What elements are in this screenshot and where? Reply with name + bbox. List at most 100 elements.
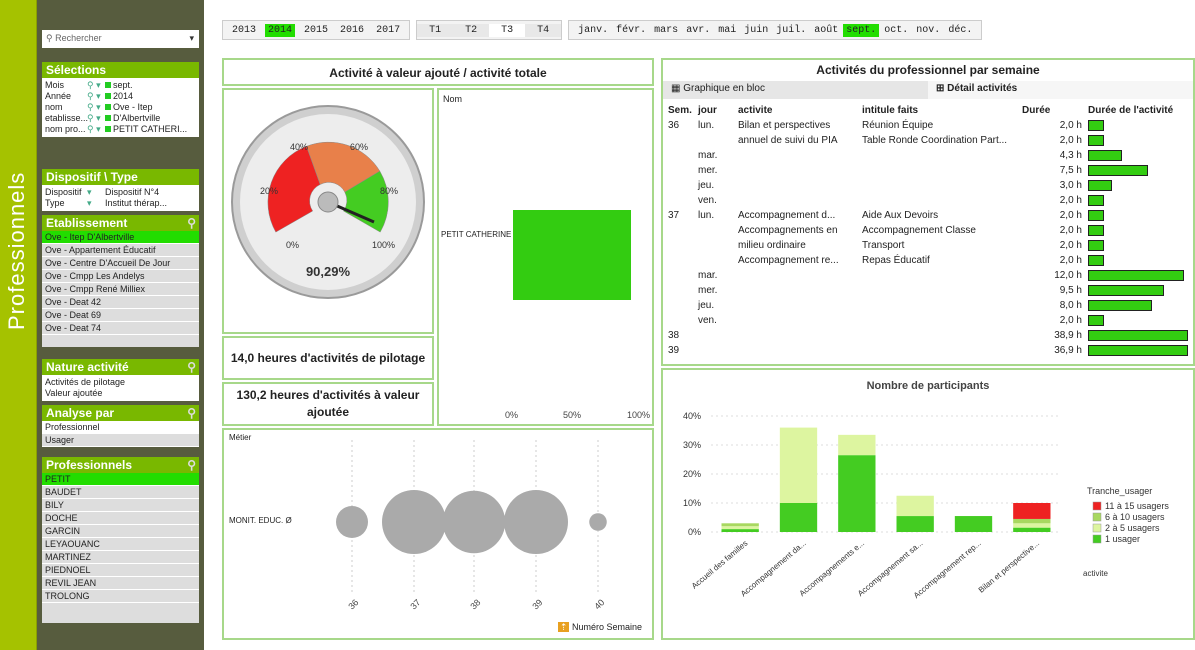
etablissement-item[interactable]: Ove - Appartement Éducatif <box>42 244 199 257</box>
etablissement-item[interactable]: Ove - Cmpp René Milliex <box>42 283 199 296</box>
etablissement-item[interactable]: Ove - Itep D'Albertville <box>42 231 199 244</box>
etablissement-item[interactable]: Ove - Deat 74 <box>42 322 199 335</box>
table-row[interactable]: ven. 2,0 h <box>665 313 1191 328</box>
month-option[interactable]: févr. <box>613 24 649 37</box>
year-option[interactable]: 2017 <box>373 24 403 37</box>
hbar-bar[interactable] <box>513 210 631 300</box>
table-row[interactable]: jeu. 8,0 h <box>665 298 1191 313</box>
analyse-item[interactable]: Professionnel <box>42 421 199 434</box>
dropdown-icon[interactable]: ▾ <box>87 187 103 198</box>
table-row[interactable]: ven. 2,0 h <box>665 193 1191 208</box>
month-option[interactable]: nov. <box>913 24 943 37</box>
duree-bar[interactable] <box>1088 120 1104 131</box>
month-option[interactable]: juil. <box>773 24 809 37</box>
column-header[interactable]: Sem. <box>665 103 695 118</box>
column-header[interactable]: activite <box>735 103 859 118</box>
table-row[interactable]: jeu. 3,0 h <box>665 178 1191 193</box>
magnifier-icon[interactable]: ⚲ ▾ <box>87 113 103 124</box>
etablissement-item[interactable]: Ove - Cmpp Les Andelys <box>42 270 199 283</box>
month-option[interactable]: avr. <box>683 24 713 37</box>
quarter-option[interactable]: T1 <box>417 23 454 37</box>
tab-graphique-bloc[interactable]: ▦ Graphique en bloc <box>663 81 928 99</box>
bar-segment[interactable] <box>721 526 759 530</box>
quarter-option[interactable]: T3 <box>489 23 526 37</box>
column-header[interactable]: Durée <box>1019 103 1085 118</box>
table-row[interactable]: mar. 12,0 h <box>665 268 1191 283</box>
duree-bar[interactable] <box>1088 270 1184 281</box>
duree-bar[interactable] <box>1088 210 1104 221</box>
duree-bar[interactable] <box>1088 315 1104 326</box>
dispositif-row[interactable]: Type ▾ Institut thérap... <box>45 198 196 209</box>
search-icon[interactable]: ⚲ <box>187 216 196 230</box>
professionnel-item[interactable]: LEYAOUANC <box>42 538 199 551</box>
column-header[interactable]: Durée de l'activité <box>1085 103 1191 118</box>
professionnel-item[interactable]: REVIL JEAN <box>42 577 199 590</box>
duree-bar[interactable] <box>1088 165 1148 176</box>
duree-bar[interactable] <box>1088 285 1164 296</box>
bar-segment[interactable] <box>896 495 934 517</box>
etablissement-item[interactable]: Ove - Deat 69 <box>42 309 199 322</box>
month-option[interactable]: oct. <box>881 24 911 37</box>
duree-bar[interactable] <box>1088 195 1104 206</box>
year-option[interactable]: 2015 <box>301 24 331 37</box>
duree-bar[interactable] <box>1088 345 1188 356</box>
bar-segment[interactable] <box>721 523 759 527</box>
tab-detail-activites[interactable]: ⊞ Détail activités <box>928 81 1193 99</box>
magnifier-icon[interactable]: ⚲ ▾ <box>87 80 103 91</box>
analyse-item[interactable]: Usager <box>42 434 199 447</box>
etablissement-item[interactable]: Ove - Deat 42 <box>42 296 199 309</box>
search-input[interactable]: ⚲ Rechercher ▾ <box>42 30 199 48</box>
duree-bar[interactable] <box>1088 150 1123 161</box>
duree-bar[interactable] <box>1088 180 1112 191</box>
table-row[interactable]: milieu ordinaire Transport 2,0 h <box>665 238 1191 253</box>
professionnel-item[interactable]: TROLONG <box>42 590 199 603</box>
bubble-week-37[interactable] <box>382 490 446 554</box>
bar-segment[interactable] <box>896 516 934 532</box>
table-row[interactable]: mar. 4,3 h <box>665 148 1191 163</box>
legend-swatch[interactable] <box>1092 512 1102 522</box>
bar-segment[interactable] <box>779 503 818 532</box>
selection-row[interactable]: etablisse... ⚲ ▾ D'Albertville <box>45 113 196 124</box>
month-option[interactable]: déc. <box>945 24 975 37</box>
professionnel-item[interactable]: GARCIN <box>42 525 199 538</box>
table-row[interactable]: 36 lun. Bilan et perspectives Réunion Équip… <box>665 118 1191 133</box>
selection-row[interactable]: nom ⚲ ▾ Ove - Itep <box>45 102 196 113</box>
month-option[interactable]: août <box>811 24 841 37</box>
bar-segment[interactable] <box>721 529 759 532</box>
bar-segment[interactable] <box>779 427 818 503</box>
search-icon[interactable]: ⚲ <box>187 458 196 472</box>
month-option[interactable]: sept. <box>843 23 880 37</box>
magnifier-icon[interactable]: ⚲ ▾ <box>87 102 103 113</box>
magnifier-icon[interactable]: ⚲ ▾ <box>87 124 103 135</box>
duree-bar[interactable] <box>1088 135 1104 146</box>
duree-bar[interactable] <box>1088 240 1104 251</box>
quarter-option[interactable]: T4 <box>525 23 562 37</box>
bar-segment[interactable] <box>838 434 876 456</box>
etablissement-item[interactable]: Ove - Centre D'Accueil De Jour <box>42 257 199 270</box>
table-row[interactable]: mer. 7,5 h <box>665 163 1191 178</box>
bar-segment[interactable] <box>1013 523 1051 528</box>
professionnel-item[interactable]: BILY <box>42 499 199 512</box>
bar-segment[interactable] <box>838 455 876 532</box>
year-option[interactable]: 2013 <box>229 24 259 37</box>
nature-item[interactable]: Activités de pilotage <box>45 377 196 388</box>
table-row[interactable]: 39 36,9 h <box>665 343 1191 358</box>
year-option[interactable]: 2016 <box>337 24 367 37</box>
table-row[interactable]: annuel de suivi du PIA Table Ronde Coordi… <box>665 133 1191 148</box>
table-row[interactable]: 37 lun. Accompagnement d... Aide Aux Devoir… <box>665 208 1191 223</box>
professionnel-item[interactable]: PETIT <box>42 473 199 486</box>
table-row[interactable]: Accompagnements en Accompagnement Classe 2… <box>665 223 1191 238</box>
column-header[interactable]: jour <box>695 103 735 118</box>
magnifier-icon[interactable]: ⚲ ▾ <box>87 91 103 102</box>
table-row[interactable]: Accompagnement re... Repas Éducatif 2,0 h <box>665 253 1191 268</box>
duree-bar[interactable] <box>1088 225 1104 236</box>
month-option[interactable]: janv. <box>575 24 611 37</box>
table-row[interactable]: 38 38,9 h <box>665 328 1191 343</box>
bar-segment[interactable] <box>1013 518 1051 524</box>
bar-segment[interactable] <box>954 516 993 532</box>
bar-segment[interactable] <box>1013 527 1051 532</box>
professionnel-item[interactable]: MARTINEZ <box>42 551 199 564</box>
bubble-footer[interactable]: ⇡ Numéro Semaine <box>557 622 642 633</box>
duree-bar[interactable] <box>1088 330 1188 341</box>
professionnel-item[interactable]: DOCHE <box>42 512 199 525</box>
